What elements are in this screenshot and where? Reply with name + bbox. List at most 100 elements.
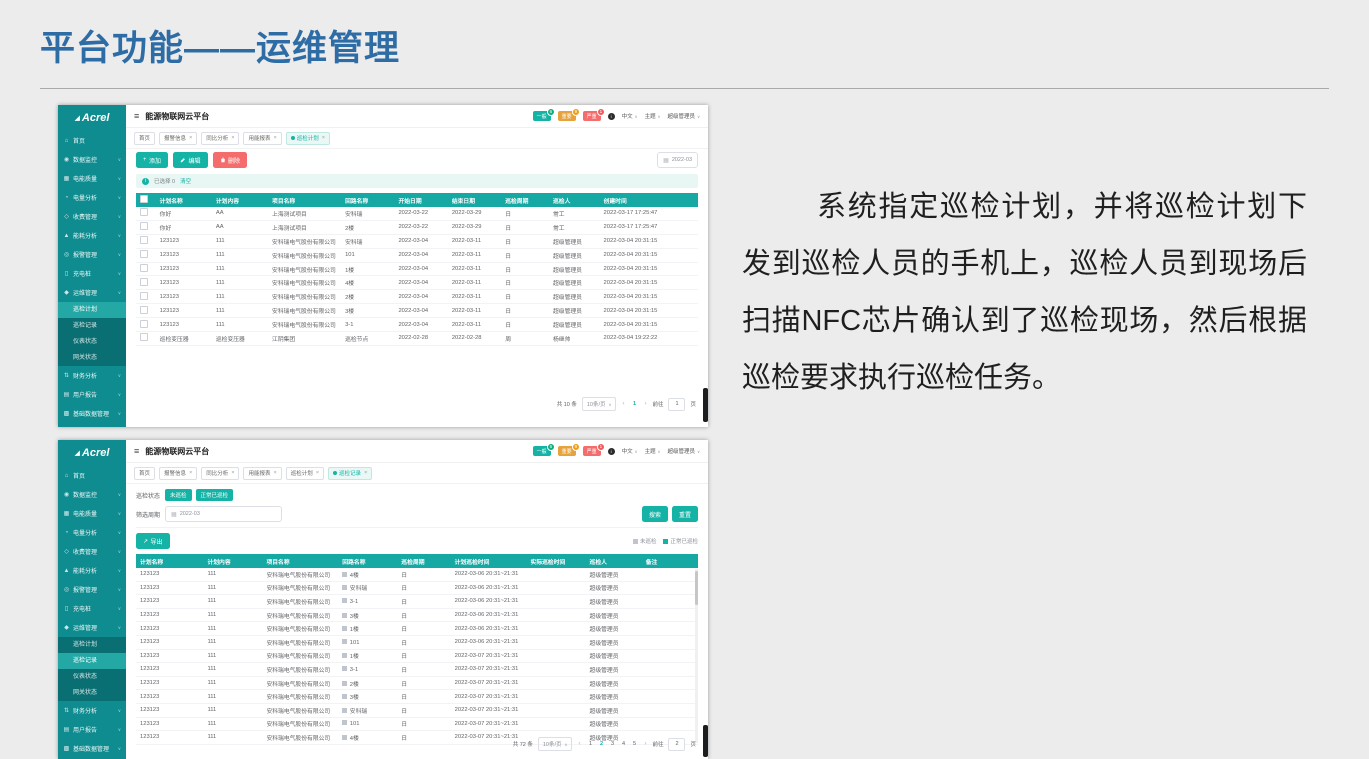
row-checkbox[interactable] xyxy=(140,250,148,258)
prev-page-button[interactable]: ‹ xyxy=(621,401,625,407)
page-jump-input[interactable] xyxy=(668,738,685,751)
table-scrollbar-thumb[interactable] xyxy=(695,571,698,605)
select-all-checkbox[interactable] xyxy=(140,195,148,203)
delete-button[interactable]: 删除 xyxy=(213,152,248,168)
row-checkbox[interactable] xyxy=(140,236,148,244)
add-button[interactable]: + 添加 xyxy=(136,152,168,168)
hamburger-icon[interactable]: ≡ xyxy=(134,111,139,121)
sidebar-item-finance-analysis[interactable]: ⇅财务分析∨ xyxy=(58,366,126,385)
table-scrollbar-track[interactable] xyxy=(695,569,698,743)
breadcrumb-tab[interactable]: 首页 xyxy=(134,132,155,145)
table-row[interactable]: 123123111安科瑞电气股份有限公司4楼日2022-03-06 20:31~… xyxy=(136,568,698,581)
clear-selection-link[interactable]: 清空 xyxy=(180,177,191,185)
table-row[interactable]: 123123111安科瑞电气股份有限公司1楼日2022-03-07 20:31~… xyxy=(136,649,698,663)
sidebar-subitem[interactable]: 仪表状态 xyxy=(58,669,126,685)
table-row[interactable]: 你好AA上海测试项目2楼2022-03-222022-03-29日常工2022-… xyxy=(136,220,698,234)
sidebar-subitem[interactable]: 巡检计划 xyxy=(58,302,126,318)
breadcrumb-tab[interactable]: 用能报表× xyxy=(243,467,281,480)
breadcrumb-tab[interactable]: 巡检计划× xyxy=(286,467,324,480)
sidebar-item-energy-analysis[interactable]: ◔电量分析∨ xyxy=(58,523,126,542)
page-number[interactable]: 4 xyxy=(619,741,627,747)
page-size-select[interactable]: 10条/页 ∨ xyxy=(538,737,573,751)
close-icon[interactable]: × xyxy=(231,135,234,141)
page-number[interactable]: 3 xyxy=(608,741,616,747)
window-scrollbar-thumb[interactable] xyxy=(703,725,708,757)
sidebar-subitem[interactable]: 巡检记录 xyxy=(58,318,126,334)
sidebar-item-base-data[interactable]: ▩基础数据管理∨ xyxy=(58,404,126,423)
sidebar-subitem[interactable]: 仪表状态 xyxy=(58,334,126,350)
theme-dropdown[interactable]: 主题∨ xyxy=(645,447,661,455)
page-number[interactable]: 1 xyxy=(586,741,594,747)
month-picker-input[interactable]: ▦ 2022-03 xyxy=(165,506,282,522)
breadcrumb-tab[interactable]: 用能报表× xyxy=(243,132,281,145)
sidebar-subitem[interactable]: 网关状态 xyxy=(58,350,126,366)
table-row[interactable]: 123123111安科瑞电气股份有限公司1楼2022-03-042022-03-… xyxy=(136,262,698,276)
alarm-important-chip[interactable]: 重要 9 xyxy=(558,446,576,456)
row-checkbox[interactable] xyxy=(140,320,148,328)
table-row[interactable]: 123123111安科瑞电气股份有限公司2楼日2022-03-07 20:31~… xyxy=(136,676,698,690)
breadcrumb-tab[interactable]: 首页 xyxy=(134,467,155,480)
sidebar-item-fee-management[interactable]: ◇收费管理∨ xyxy=(58,207,126,226)
window-scrollbar-thumb[interactable] xyxy=(703,388,708,422)
page-size-select[interactable]: 10条/页 ∨ xyxy=(582,397,617,411)
breadcrumb-tab[interactable]: 报警信息× xyxy=(159,467,197,480)
table-row[interactable]: 123123111安科瑞电气股份有限公司4楼2022-03-042022-03-… xyxy=(136,276,698,290)
sidebar-item-user-report[interactable]: ▤用户报告∨ xyxy=(58,720,126,739)
sidebar-item-consumption-analysis[interactable]: ▲能耗分析∨ xyxy=(58,561,126,580)
status-option-chip[interactable]: 未巡检 xyxy=(165,489,192,501)
table-row[interactable]: 123123111安科瑞电气股份有限公司3-1日2022-03-06 20:31… xyxy=(136,595,698,609)
language-dropdown[interactable]: 中文∨ xyxy=(622,447,638,455)
status-option-chip[interactable]: 正常已巡检 xyxy=(196,489,234,501)
next-page-button[interactable]: › xyxy=(643,741,647,747)
table-row[interactable]: 123123111安科瑞电气股份有限公司1楼日2022-03-06 20:31~… xyxy=(136,622,698,636)
row-checkbox[interactable] xyxy=(140,292,148,300)
close-icon[interactable]: × xyxy=(322,135,325,141)
sidebar-item-system-settings[interactable]: ◈系统设置∨ xyxy=(58,423,126,427)
sidebar-subitem[interactable]: 网关状态 xyxy=(58,685,126,701)
sidebar-item-fee-management[interactable]: ◇收费管理∨ xyxy=(58,542,126,561)
page-jump-input[interactable] xyxy=(668,398,685,411)
breadcrumb-tab[interactable]: 报警信息× xyxy=(159,132,197,145)
close-icon[interactable]: × xyxy=(274,470,277,476)
alarm-general-chip[interactable]: 一般 6 xyxy=(533,111,551,121)
table-row[interactable]: 巡检变压器巡检变压器江阴集团巡检节点2022-02-282022-02-28周杨… xyxy=(136,332,698,346)
row-checkbox[interactable] xyxy=(140,222,148,230)
table-row[interactable]: 123123111安科瑞电气股份有限公司2楼2022-03-042022-03-… xyxy=(136,290,698,304)
table-row[interactable]: 123123111安科瑞电气股份有限公司安科瑞日2022-03-06 20:31… xyxy=(136,581,698,595)
sidebar-item-data-monitor[interactable]: ◉数据监控∨ xyxy=(58,150,126,169)
breadcrumb-tab[interactable]: 巡检计划× xyxy=(286,132,330,145)
table-row[interactable]: 123123111安科瑞电气股份有限公司101日2022-03-07 20:31… xyxy=(136,717,698,731)
close-icon[interactable]: × xyxy=(189,135,192,141)
close-icon[interactable]: × xyxy=(316,470,319,476)
breadcrumb-tab[interactable]: 同比分析× xyxy=(201,467,239,480)
sidebar-subitem[interactable]: 巡检计划 xyxy=(58,637,126,653)
user-dropdown[interactable]: 超级管理员∨ xyxy=(668,112,700,120)
search-button[interactable]: 搜索 xyxy=(642,506,668,522)
reset-button[interactable]: 重置 xyxy=(672,506,698,522)
sidebar-item-energy-analysis[interactable]: ◔电量分析∨ xyxy=(58,188,126,207)
close-icon[interactable]: × xyxy=(364,470,367,476)
row-checkbox[interactable] xyxy=(140,208,148,216)
row-checkbox[interactable] xyxy=(140,278,148,286)
table-row[interactable]: 123123111安科瑞电气股份有限公司安科瑞日2022-03-07 20:31… xyxy=(136,703,698,717)
notice-icon[interactable]: i xyxy=(608,448,615,455)
table-row[interactable]: 123123111安科瑞电气股份有限公司101日2022-03-06 20:31… xyxy=(136,635,698,649)
close-icon[interactable]: × xyxy=(231,470,234,476)
export-button[interactable]: ↗ 导出 xyxy=(136,533,170,549)
breadcrumb-tab[interactable]: 同比分析× xyxy=(201,132,239,145)
row-checkbox[interactable] xyxy=(140,333,148,341)
month-picker-input[interactable]: ▦ 2022-03 xyxy=(657,152,698,168)
sidebar-item-user-report[interactable]: ▤用户报告∨ xyxy=(58,385,126,404)
sidebar-item-data-monitor[interactable]: ◉数据监控∨ xyxy=(58,485,126,504)
sidebar-item-charging-pile[interactable]: ▯充电桩∨ xyxy=(58,599,126,618)
prev-page-button[interactable]: ‹ xyxy=(577,741,581,747)
table-row[interactable]: 123123111安科瑞电气股份有限公司3-1日2022-03-07 20:31… xyxy=(136,663,698,677)
page-number[interactable]: 2 xyxy=(597,741,605,747)
alarm-critical-chip[interactable]: 严重 1 xyxy=(583,111,601,121)
sidebar-item-ops-management[interactable]: ◆运维管理∨ xyxy=(58,618,126,637)
table-row[interactable]: 123123111安科瑞电气股份有限公司3-12022-03-042022-03… xyxy=(136,318,698,332)
sidebar-item-home[interactable]: ⌂首页 xyxy=(58,466,126,485)
sidebar-subitem[interactable]: 巡检记录 xyxy=(58,653,126,669)
edit-button[interactable]: 编辑 xyxy=(173,152,208,168)
row-checkbox[interactable] xyxy=(140,306,148,314)
